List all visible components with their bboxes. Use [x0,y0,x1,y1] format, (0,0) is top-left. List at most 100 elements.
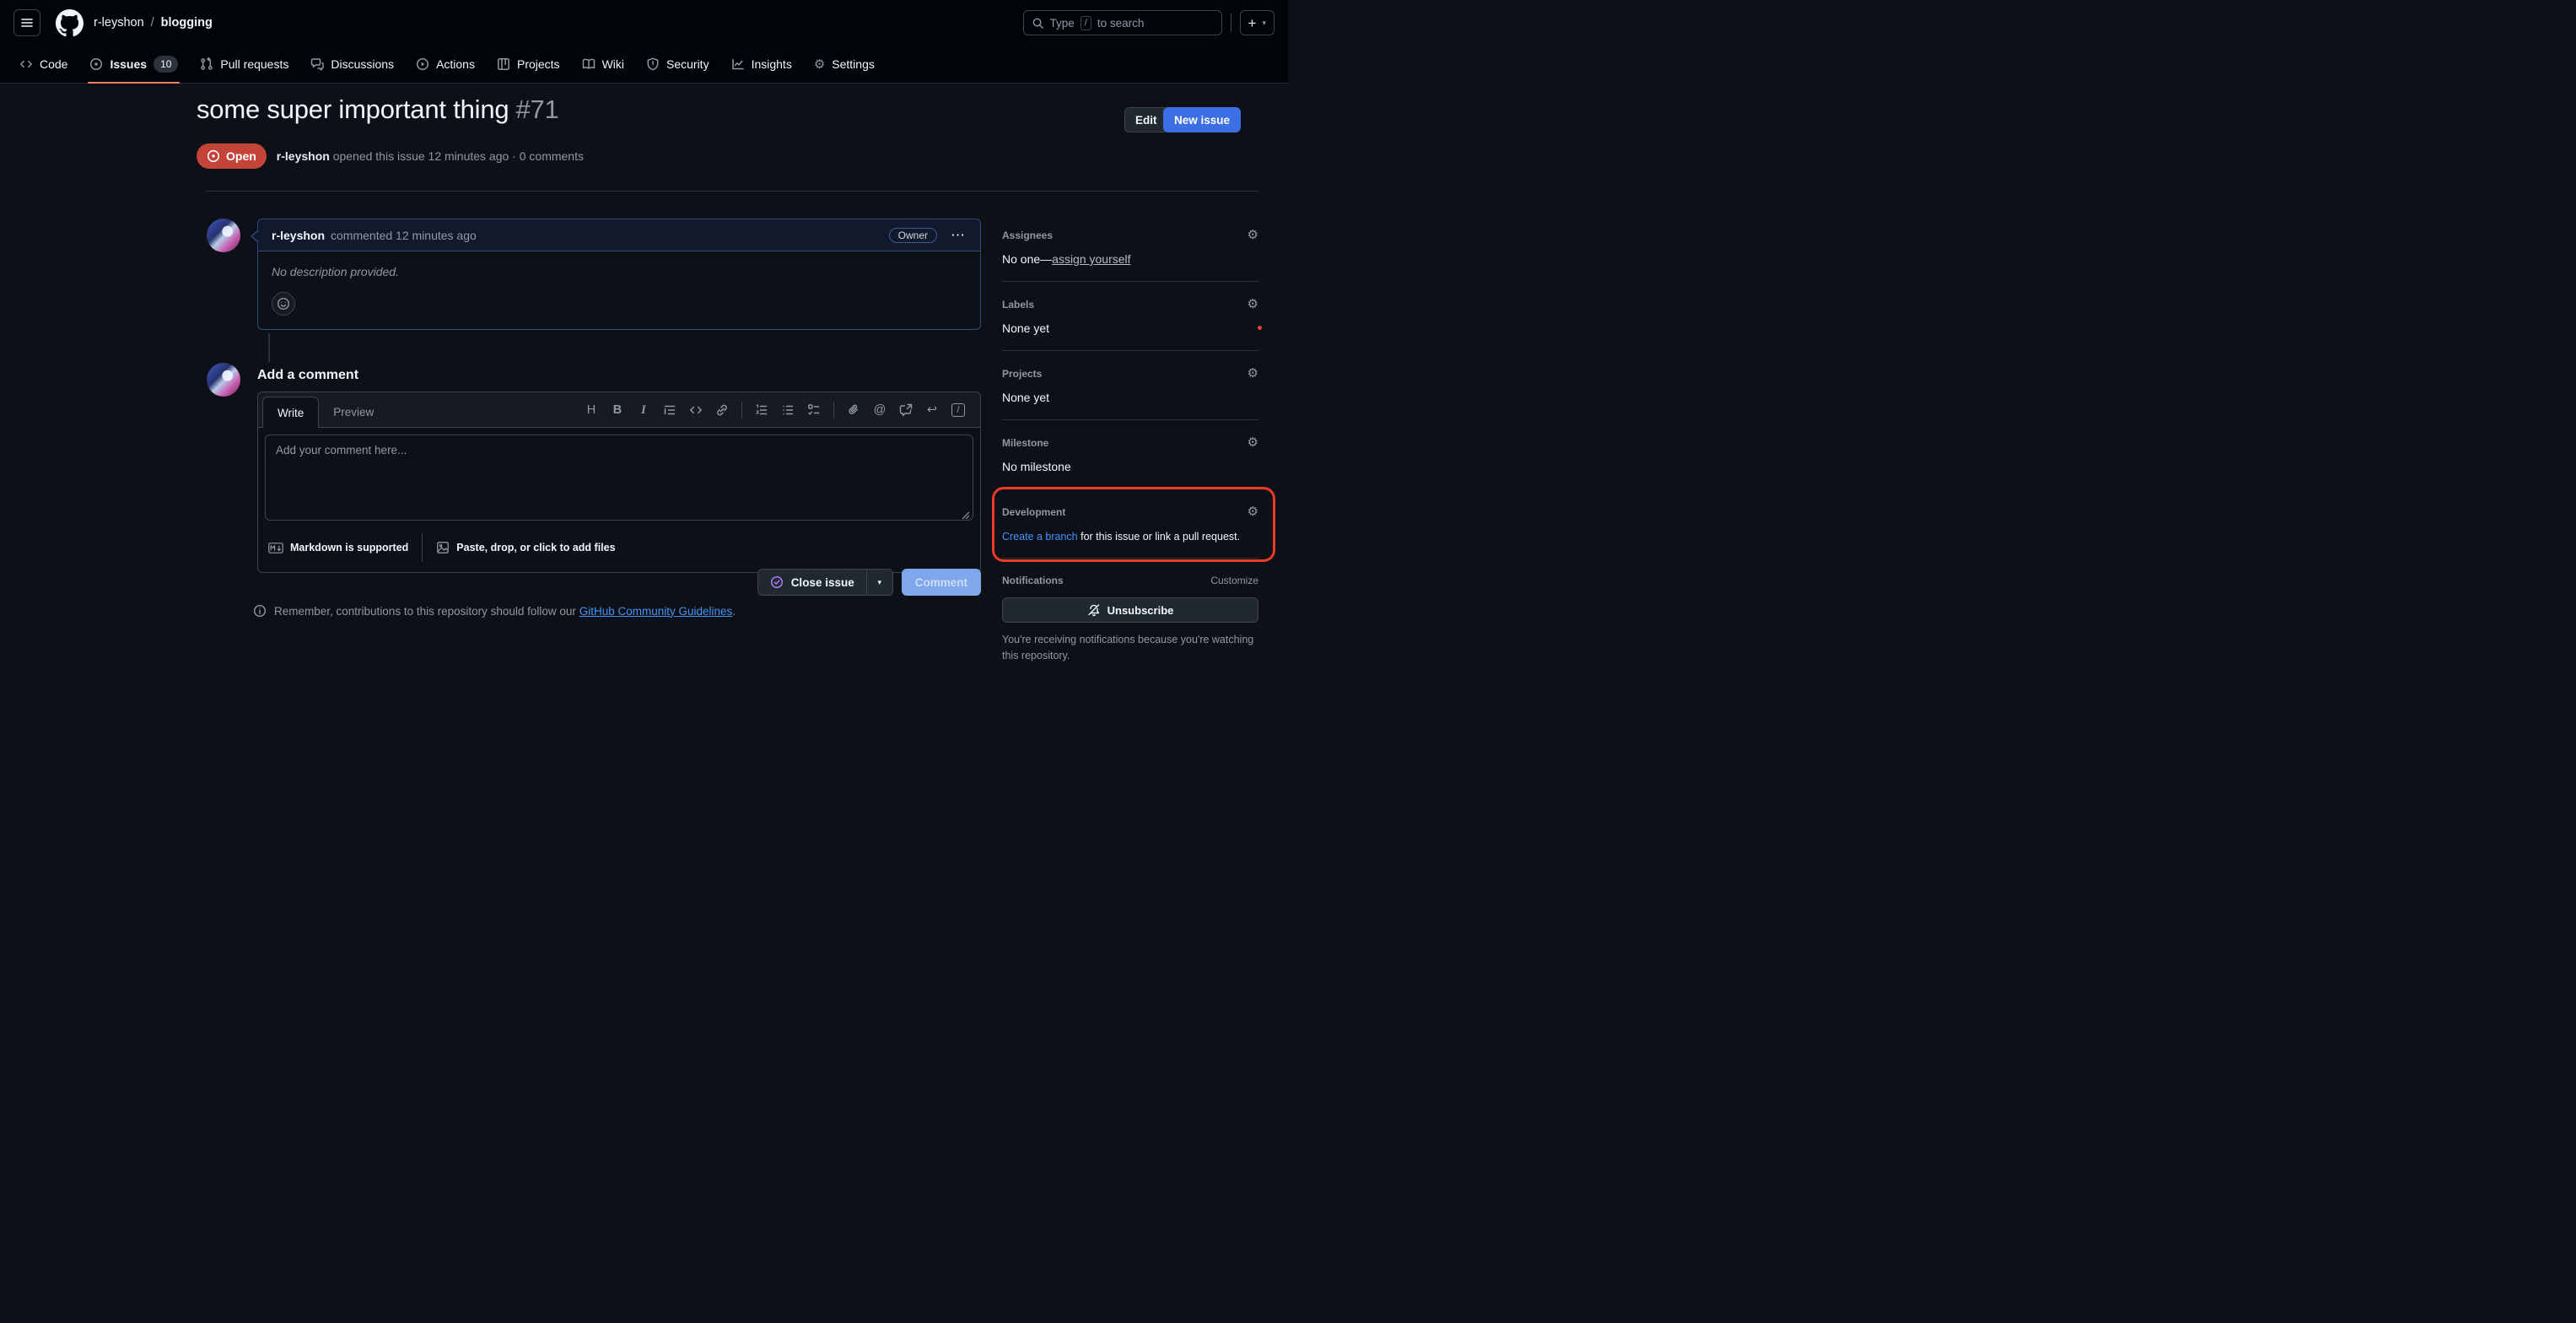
gear-icon[interactable]: ⚙ [1248,436,1258,449]
projects-table-icon [497,57,510,71]
tab-label: Discussions [331,57,394,71]
attach-file-tool[interactable] [847,403,860,417]
gear-icon[interactable]: ⚙ [1248,367,1258,380]
link-tool[interactable] [715,403,729,417]
gear-icon[interactable]: ⚙ [1248,298,1258,310]
paste-drop-note[interactable]: Paste, drop, or click to add files [436,541,615,554]
contribution-guideline-note: Remember, contributions to this reposito… [253,604,736,618]
cross-reference-tool[interactable] [899,403,913,417]
notifications-heading: Notifications [1002,575,1064,586]
tab-discussions[interactable]: Discussions [301,46,403,83]
gear-icon[interactable]: ⚙ [1248,229,1258,241]
graph-icon [731,57,745,71]
issue-author[interactable]: r-leyshon [277,149,330,163]
new-issue-button[interactable]: New issue [1163,107,1241,132]
customize-link[interactable]: Customize [1210,575,1258,586]
create-new-button[interactable]: + ▾ [1240,10,1275,35]
tab-label: Pull requests [220,57,288,71]
composer-actions: Close issue ▾ Comment [757,569,981,596]
tab-projects[interactable]: Projects [488,46,569,83]
issue-number: #71 [515,94,558,124]
code-icon [19,57,33,71]
notifications-note: You're receiving notifications because y… [1002,632,1258,662]
slash-command-tool[interactable]: / [951,403,965,417]
milestone-section: Milestone ⚙ No milestone [1002,436,1258,489]
unordered-list-tool[interactable] [781,403,795,417]
tab-label: Projects [517,57,560,71]
comment-submit-button[interactable]: Comment [902,569,981,596]
tab-security[interactable]: Security [637,46,719,83]
heading-tool[interactable]: H [585,403,598,417]
avatar[interactable] [207,363,240,397]
code-tool[interactable] [689,403,703,417]
markdown-supported-note[interactable]: Markdown is supported [268,542,408,554]
italic-tool[interactable]: I [637,403,650,418]
kebab-menu-icon[interactable]: ⋯ [951,228,967,242]
milestone-heading: Milestone [1002,437,1048,449]
quote-tool[interactable] [663,403,676,417]
breadcrumb-owner[interactable]: r-leyshon [94,16,144,30]
comment-composer: Write Preview H B I [257,392,981,573]
tab-settings[interactable]: ⚙ Settings [805,46,884,83]
hamburger-menu-button[interactable] [13,9,40,36]
info-icon [253,604,267,618]
tab-code[interactable]: Code [10,46,77,83]
tab-issues[interactable]: Issues 10 [80,46,187,83]
comment-text: No description provided. [272,265,967,278]
milestone-value: No milestone [1002,460,1258,474]
smiley-icon [277,297,290,310]
search-input[interactable]: Type / to search [1023,10,1222,35]
issue-opened-icon [89,57,103,71]
bold-tool[interactable]: B [611,403,624,417]
guideline-text: Remember, contributions to this reposito… [274,605,576,618]
assignees-section: Assignees ⚙ No one—assign yourself [1002,229,1258,282]
issue-title: some super important thing#71 [197,94,559,125]
tab-actions[interactable]: Actions [407,46,484,83]
github-logo-icon[interactable] [56,9,84,37]
labels-value: None yet [1002,321,1258,336]
meta-separator: · [512,149,516,163]
unsubscribe-label: Unsubscribe [1107,604,1174,617]
create-branch-link[interactable]: Create a branch [1002,531,1078,543]
issue-state-badge: Open [197,143,267,169]
projects-section: Projects ⚙ None yet [1002,367,1258,420]
avatar[interactable] [207,219,240,252]
unsubscribe-button[interactable]: Unsubscribe [1002,597,1258,623]
tab-preview[interactable]: Preview [319,397,388,427]
git-pull-request-icon [200,57,213,71]
comment-input[interactable] [265,435,973,521]
markdown-icon [268,543,283,554]
tab-label: Actions [436,57,475,71]
add-comment-heading: Add a comment [257,368,358,383]
task-list-tool[interactable] [807,403,821,417]
tab-write[interactable]: Write [262,397,319,428]
development-section: Development ⚙ Create a branch for this i… [1002,505,1258,559]
comment-arrow-inner [252,230,259,242]
ordered-list-tool[interactable] [755,403,768,417]
gear-icon[interactable]: ⚙ [1248,505,1258,518]
toolbar-divider [833,402,834,418]
actions-play-icon [416,57,429,71]
plus-icon: + [1248,16,1257,30]
close-issue-dropdown-button[interactable]: ▾ [866,569,893,596]
tab-label: Wiki [602,57,624,71]
reply-tool[interactable]: ↩ [925,403,939,417]
tab-pull-requests[interactable]: Pull requests [191,46,298,83]
issue-meta-row: Open r-leyshon opened this issue 12 minu… [197,143,584,169]
assignees-value: No one— [1002,252,1052,266]
image-icon [436,541,450,554]
tab-wiki[interactable]: Wiki [573,46,633,83]
mention-tool[interactable]: @ [873,403,887,417]
assignees-heading: Assignees [1002,230,1053,241]
labels-heading: Labels [1002,299,1034,310]
tab-insights[interactable]: Insights [722,46,801,83]
assign-yourself-link[interactable]: assign yourself [1052,252,1130,266]
close-issue-button[interactable]: Close issue [757,569,867,596]
community-guidelines-link[interactable]: GitHub Community Guidelines [579,605,733,618]
breadcrumb-repo[interactable]: blogging [161,16,213,30]
comment-author[interactable]: r-leyshon [272,229,325,242]
edit-button[interactable]: Edit [1124,107,1168,132]
issue-opened-icon [207,149,220,163]
issue-state-label: Open [226,149,256,163]
add-reaction-button[interactable] [272,292,295,316]
